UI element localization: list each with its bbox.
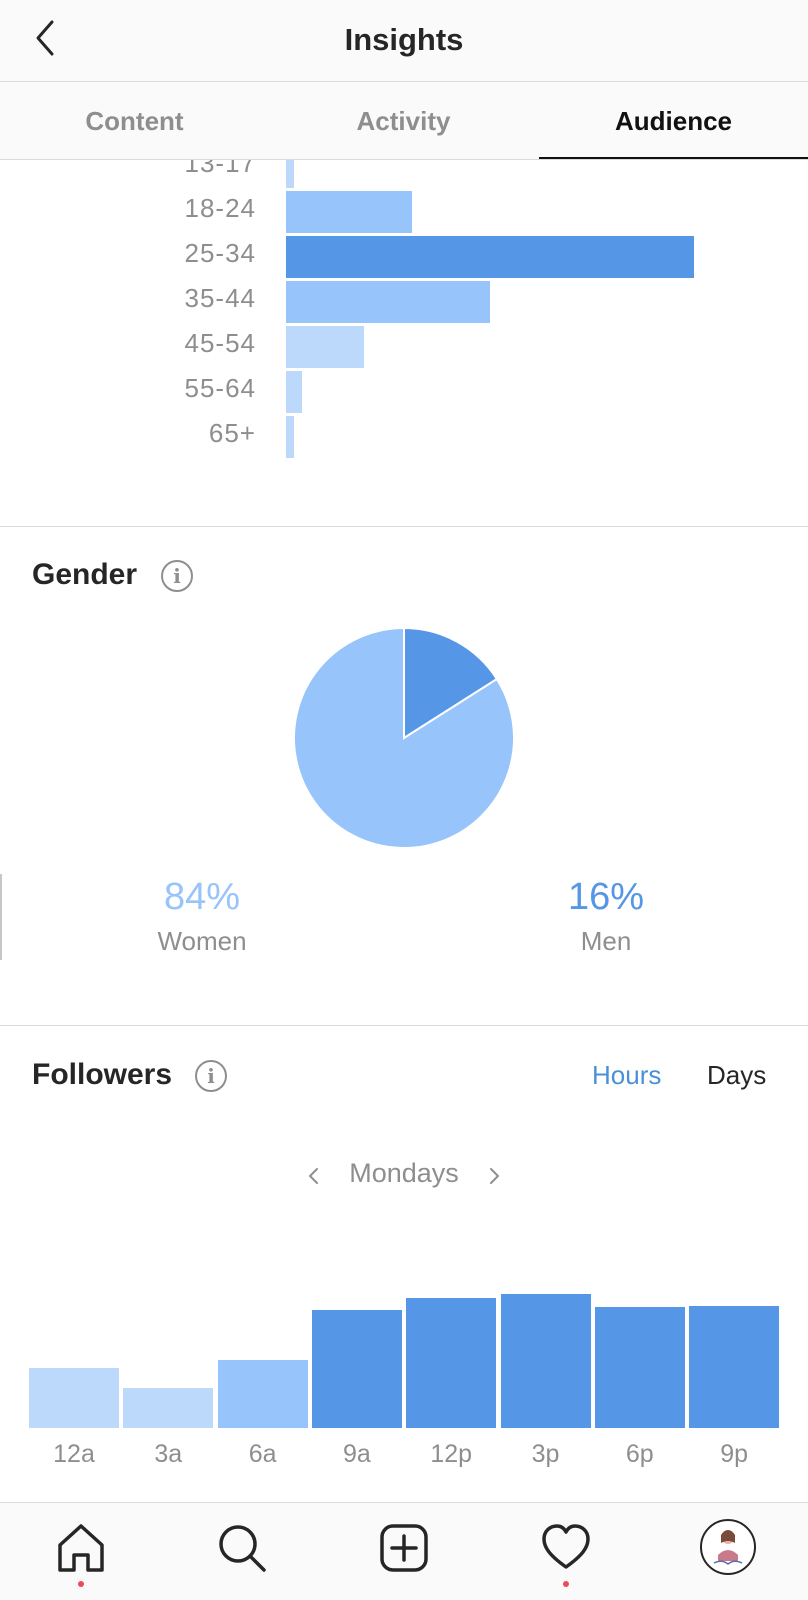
tab-content[interactable]: Content bbox=[0, 82, 269, 160]
bottom-nav bbox=[0, 1502, 808, 1600]
hour-label: 9a bbox=[342, 1440, 371, 1468]
women-label: Women bbox=[157, 926, 247, 956]
chevron-right-icon[interactable] bbox=[484, 1166, 504, 1186]
active-tab-indicator bbox=[539, 157, 808, 159]
hour-label: 9p bbox=[720, 1440, 748, 1468]
info-icon[interactable]: i bbox=[161, 560, 193, 592]
section-divider bbox=[0, 1025, 808, 1026]
heart-icon[interactable] bbox=[539, 1521, 593, 1575]
tab-audience[interactable]: Audience bbox=[539, 82, 808, 160]
men-label: Men bbox=[580, 926, 632, 956]
followers-bar[interactable] bbox=[29, 1367, 119, 1428]
age-label: 13-17 bbox=[184, 160, 256, 178]
avatar-icon[interactable] bbox=[700, 1519, 756, 1575]
avatar-image bbox=[713, 1530, 743, 1565]
hour-label: 6a bbox=[248, 1440, 277, 1468]
hour-label: 12p bbox=[430, 1440, 473, 1468]
top-bar: Insights bbox=[0, 0, 808, 82]
hours-toggle[interactable]: Hours bbox=[592, 1060, 661, 1091]
men-percentage: 16% bbox=[567, 876, 645, 918]
home-icon[interactable] bbox=[54, 1521, 108, 1575]
age-range-chart: 13-17 18-24 25-34 35-44 45-54 55-64 65+ bbox=[0, 160, 808, 526]
info-icon[interactable]: i bbox=[195, 1060, 227, 1092]
plus-square-icon[interactable] bbox=[377, 1521, 431, 1575]
page-title: Insights bbox=[344, 22, 464, 57]
scroll-edge bbox=[0, 874, 2, 960]
days-toggle[interactable]: Days bbox=[707, 1060, 766, 1091]
followers-bar[interactable] bbox=[689, 1306, 780, 1428]
followers-bar[interactable] bbox=[500, 1294, 591, 1428]
age-label: 45-54 bbox=[184, 328, 256, 358]
day-selector-label: Mondays bbox=[349, 1158, 459, 1188]
age-bar[interactable] bbox=[286, 281, 490, 323]
tab-bar: Content Activity Audience bbox=[0, 82, 808, 160]
age-label: 65+ bbox=[208, 418, 256, 448]
hour-label: 12a bbox=[53, 1440, 95, 1468]
followers-bar[interactable] bbox=[594, 1307, 685, 1428]
notification-dot bbox=[563, 1581, 569, 1587]
age-label: 55-64 bbox=[184, 373, 256, 403]
age-label: 25-34 bbox=[184, 238, 256, 268]
followers-bar[interactable] bbox=[217, 1359, 308, 1428]
search-icon[interactable] bbox=[215, 1521, 269, 1575]
age-bar[interactable] bbox=[286, 326, 364, 368]
women-percentage: 84% bbox=[163, 876, 241, 918]
age-bar[interactable] bbox=[286, 191, 413, 233]
notification-dot bbox=[78, 1581, 84, 1587]
section-divider bbox=[0, 526, 808, 527]
followers-bar[interactable] bbox=[406, 1298, 497, 1428]
followers-bar[interactable] bbox=[123, 1387, 214, 1428]
hour-label: 3p bbox=[531, 1440, 560, 1468]
hour-label: 6p bbox=[625, 1440, 654, 1468]
gender-pie-chart bbox=[293, 626, 515, 849]
hour-label: 3a bbox=[154, 1440, 183, 1468]
followers-bar[interactable] bbox=[311, 1310, 402, 1428]
followers-title: Followers bbox=[32, 1058, 173, 1091]
age-label: 18-24 bbox=[184, 193, 256, 223]
age-bar[interactable] bbox=[286, 236, 694, 278]
gender-title: Gender bbox=[32, 558, 138, 591]
tab-activity[interactable]: Activity bbox=[269, 82, 538, 160]
age-bar[interactable] bbox=[286, 371, 303, 413]
insights-screen: Insights Content Activity Audience 13-17… bbox=[0, 0, 808, 1600]
age-label: 35-44 bbox=[184, 283, 256, 313]
age-bar[interactable] bbox=[286, 416, 295, 458]
age-bar[interactable] bbox=[286, 160, 295, 188]
